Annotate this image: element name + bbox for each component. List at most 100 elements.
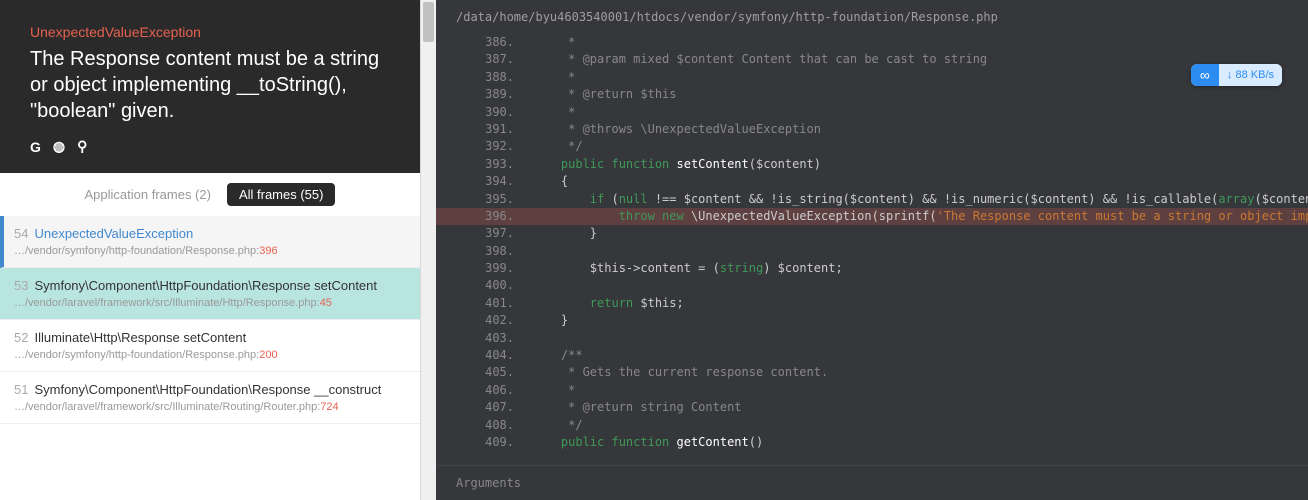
line-content: /**: [532, 347, 1308, 364]
line-number: 387.: [482, 51, 532, 68]
line-content: if (null !== $content && !is_string($con…: [532, 191, 1308, 208]
frame-number: 52: [14, 330, 28, 345]
arguments-list: "The Response content must be a string o…: [436, 494, 1308, 500]
line-content: */: [532, 417, 1308, 434]
code-line: 392. */: [482, 138, 1308, 155]
line-content: *: [532, 382, 1308, 399]
code-line: 401. return $this;: [482, 295, 1308, 312]
line-number: 386.: [482, 34, 532, 51]
frame-title: Illuminate\Http\Response setContent: [34, 330, 246, 345]
line-content: * @return string Content: [532, 399, 1308, 416]
line-number: 394.: [482, 173, 532, 190]
download-speed-text: ↓ 88 KB/s: [1219, 64, 1282, 86]
frames-list: 54UnexpectedValueException…/vendor/symfo…: [0, 216, 420, 500]
line-content: return $this;: [532, 295, 1308, 312]
code-line: 396. throw new \UnexpectedValueException…: [436, 208, 1308, 225]
line-content: $this->content = (string) $content;: [532, 260, 1308, 277]
line-number: 398.: [482, 243, 532, 260]
line-number: 399.: [482, 260, 532, 277]
line-content: [532, 330, 1308, 347]
code-line: 402. }: [482, 312, 1308, 329]
code-line: 408. */: [482, 417, 1308, 434]
code-line: 394. {: [482, 173, 1308, 190]
exception-header: UnexpectedValueException The Response co…: [0, 0, 420, 173]
left-scrollbar-thumb[interactable]: [423, 2, 434, 42]
line-number: 391.: [482, 121, 532, 138]
frames-tabs: Application frames (2) All frames (55): [0, 173, 420, 216]
search-duckduckgo-icon[interactable]: ◍: [53, 138, 65, 155]
code-line: 403.: [482, 330, 1308, 347]
frame-path: …/vendor/laravel/framework/src/Illuminat…: [14, 297, 406, 309]
tab-application-frames[interactable]: Application frames (2): [85, 187, 211, 202]
line-content: *: [532, 104, 1308, 121]
line-number: 395.: [482, 191, 532, 208]
code-line: 388. *: [482, 69, 1308, 86]
line-number: 409.: [482, 434, 532, 451]
line-content: }: [532, 225, 1308, 242]
code-line: 400.: [482, 277, 1308, 294]
line-content: }: [532, 312, 1308, 329]
line-content: */: [532, 138, 1308, 155]
line-number: 406.: [482, 382, 532, 399]
frame-path: …/vendor/symfony/http-foundation/Respons…: [14, 349, 406, 361]
stack-frame[interactable]: 54UnexpectedValueException…/vendor/symfo…: [0, 216, 420, 268]
search-google-icon[interactable]: G: [30, 139, 41, 155]
code-line: 395. if (null !== $content && !is_string…: [482, 191, 1308, 208]
frame-number: 53: [14, 278, 28, 293]
frame-path: …/vendor/laravel/framework/src/Illuminat…: [14, 401, 406, 413]
line-content: public function setContent($content): [532, 156, 1308, 173]
code-panel: /data/home/byu4603540001/htdocs/vendor/s…: [436, 0, 1308, 500]
cloud-icon: ∞: [1191, 64, 1219, 86]
stack-frame[interactable]: 52 Illuminate\Http\Response setContent …/v…: [0, 320, 420, 372]
line-number: 403.: [482, 330, 532, 347]
code-line: 399. $this->content = (string) $content;: [482, 260, 1308, 277]
code-line: 404. /**: [482, 347, 1308, 364]
code-block: 386. *387. * @param mixed $content Conte…: [436, 34, 1308, 459]
frame-path: …/vendor/symfony/http-foundation/Respons…: [14, 245, 406, 257]
line-number: 401.: [482, 295, 532, 312]
line-number: 390.: [482, 104, 532, 121]
code-line: 387. * @param mixed $content Content tha…: [482, 51, 1308, 68]
tab-all-frames[interactable]: All frames (55): [227, 183, 336, 206]
line-number: 397.: [482, 225, 532, 242]
line-number: 389.: [482, 86, 532, 103]
code-line: 397. }: [482, 225, 1308, 242]
code-line: 390. *: [482, 104, 1308, 121]
code-line: 407. * @return string Content: [482, 399, 1308, 416]
line-content: [532, 277, 1308, 294]
left-scrollbar-track[interactable]: [420, 0, 436, 500]
line-number: 393.: [482, 156, 532, 173]
code-line: 409. public function getContent(): [482, 434, 1308, 451]
line-number: 402.: [482, 312, 532, 329]
code-line: 391. * @throws \UnexpectedValueException: [482, 121, 1308, 138]
code-line: 406. *: [482, 382, 1308, 399]
line-content: public function getContent(): [532, 434, 1308, 451]
line-number: 408.: [482, 417, 532, 434]
code-line: 405. * Gets the current response content…: [482, 364, 1308, 381]
line-content: * Gets the current response content.: [532, 364, 1308, 381]
line-number: 407.: [482, 399, 532, 416]
search-stackoverflow-icon[interactable]: ⚲: [77, 138, 87, 155]
line-number: 405.: [482, 364, 532, 381]
exception-class: UnexpectedValueException: [30, 24, 390, 40]
left-panel: UnexpectedValueException The Response co…: [0, 0, 420, 500]
line-content: throw new \UnexpectedValueException(spri…: [532, 208, 1308, 225]
line-content: [532, 243, 1308, 260]
frame-title: Symfony\Component\HttpFoundation\Respons…: [34, 382, 381, 397]
arguments-heading: Arguments: [436, 465, 1308, 494]
code-line: 393. public function setContent($content…: [482, 156, 1308, 173]
line-number: 396.: [482, 208, 532, 225]
file-path: /data/home/byu4603540001/htdocs/vendor/s…: [436, 0, 1308, 34]
code-line: 398.: [482, 243, 1308, 260]
code-line: 389. * @return $this: [482, 86, 1308, 103]
stack-frame[interactable]: 53Symfony\Component\HttpFoundation\Respo…: [0, 268, 420, 320]
stack-frame[interactable]: 51 Symfony\Component\HttpFoundation\Respo…: [0, 372, 420, 424]
line-content: {: [532, 173, 1308, 190]
line-content: * @throws \UnexpectedValueException: [532, 121, 1308, 138]
frame-number: 51: [14, 382, 28, 397]
line-number: 388.: [482, 69, 532, 86]
code-line: 386. *: [482, 34, 1308, 51]
line-content: *: [532, 34, 1308, 51]
line-number: 392.: [482, 138, 532, 155]
download-speed-badge[interactable]: ∞ ↓ 88 KB/s: [1191, 64, 1282, 86]
